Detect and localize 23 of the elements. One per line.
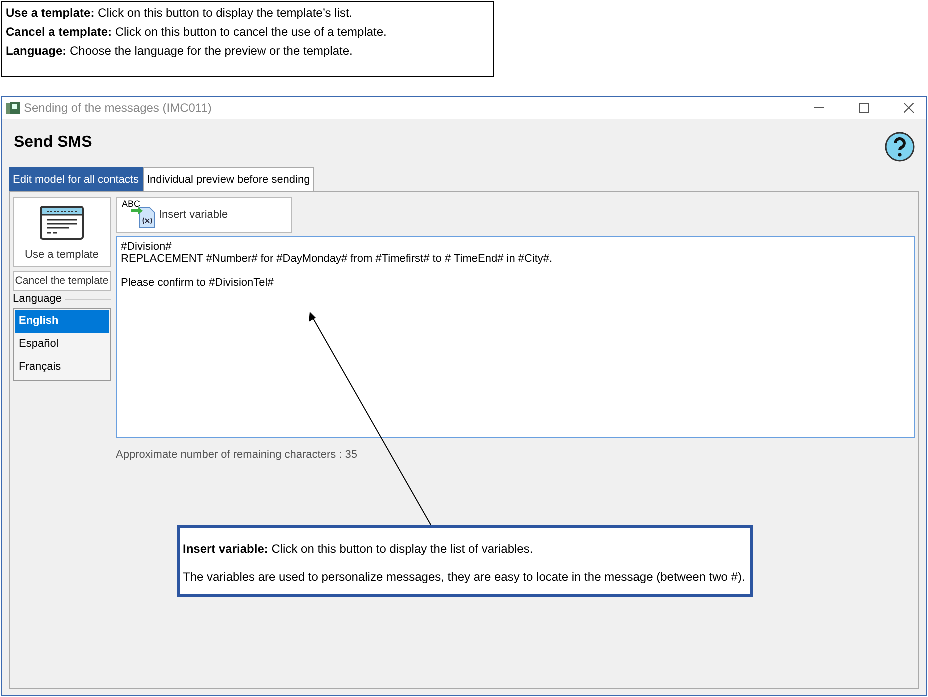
- message-field[interactable]: #Division# REPLACEMENT #Number# for #DayMonday# from #Timefirst# to # TimeEnd# in #City#. Please confirm to #DivisionTel#: [116, 236, 915, 438]
- close-icon[interactable]: [904, 103, 914, 113]
- callout-text: Insert variable: Click on this button to display the list of variables.: [183, 542, 534, 556]
- help-icon[interactable]: [885, 132, 915, 162]
- use-template-button[interactable]: Use a template: [13, 197, 111, 267]
- app-icon: [6, 101, 20, 115]
- help-note-text: Use a template: Click on this button to display the template’s list.: [6, 6, 354, 20]
- tab[interactable]: Individual preview before sending: [142, 167, 314, 191]
- window-title: Sending of the messages (IMC011): [24, 101, 212, 115]
- language-label: Language: [13, 293, 62, 305]
- maximize-icon[interactable]: [859, 103, 869, 113]
- language-option[interactable]: Français: [15, 356, 109, 379]
- language-option[interactable]: Español: [15, 333, 109, 356]
- insert-variable-button[interactable]: ABC Insert variable: [116, 197, 292, 233]
- tab[interactable]: Edit model for all contacts: [9, 167, 143, 191]
- template-window-icon: [40, 206, 84, 240]
- help-note-text: Cancel a template: Click on this button to cancel the use of a template.: [6, 25, 388, 39]
- remaining-characters-text: Approximate number of remaining characters : 35: [116, 449, 359, 461]
- page-heading: Send SMS: [14, 134, 92, 152]
- language-option[interactable]: English: [15, 310, 109, 333]
- callout-text: The variables are used to personalize messages, they are easy to locate in the message (between two #).: [183, 570, 746, 584]
- help-note-text: Language: Choose the language for the preview or the template.: [6, 44, 354, 58]
- cancel-template-button[interactable]: Cancel the template: [13, 271, 111, 291]
